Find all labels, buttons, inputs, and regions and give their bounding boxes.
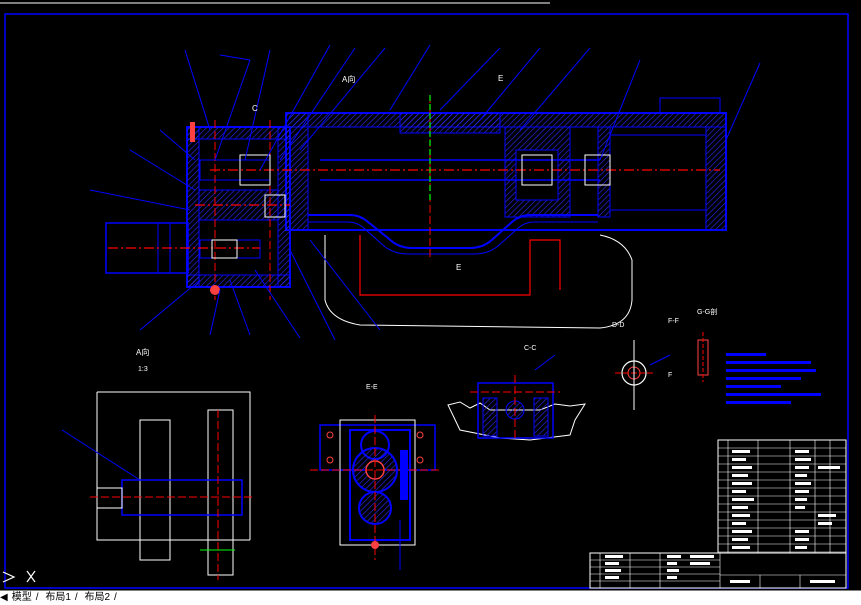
tab-separator: / <box>114 592 117 603</box>
tab-layout1[interactable]: 布局1 <box>42 591 74 604</box>
label-view-a-top: A向 <box>342 75 356 84</box>
label-section-d: D-D <box>612 322 625 329</box>
tab-layout2[interactable]: 布局2 <box>81 591 113 604</box>
label-view-a: A向 <box>136 348 150 357</box>
label-e-top: E <box>498 74 504 83</box>
technical-notes <box>726 353 821 404</box>
view-a-drawing <box>61 391 255 580</box>
tab-separator: / <box>35 592 39 603</box>
main-section-view <box>89 44 761 341</box>
label-section-c: C-C <box>524 345 537 352</box>
label-arrow-f: F <box>668 372 673 379</box>
layout-tab-bar: ◀ 模型 / 布局1/ 布局2/ <box>0 590 861 605</box>
label-e-mid: E <box>456 263 462 272</box>
label-c: C <box>252 104 258 113</box>
label-section-f: F-F <box>668 318 679 325</box>
tab-separator: / <box>74 592 78 603</box>
label-section-e: E-E <box>366 384 378 391</box>
tab-model[interactable]: 模型 <box>9 591 35 604</box>
ucs-icon <box>2 570 36 583</box>
label-section-g: G-G剖 <box>697 309 718 316</box>
drawing-canvas[interactable]: A向 C E E A向 1:3 E-E C-C D-D G-G剖 F-F F <box>0 0 861 590</box>
section-d-drawing <box>615 332 709 410</box>
section-e-drawing <box>310 415 440 570</box>
title-block <box>589 552 847 589</box>
section-f-drawing <box>447 354 586 441</box>
label-scale: 1:3 <box>138 366 148 373</box>
tab-scroll-icon[interactable]: ◀ <box>0 591 8 604</box>
